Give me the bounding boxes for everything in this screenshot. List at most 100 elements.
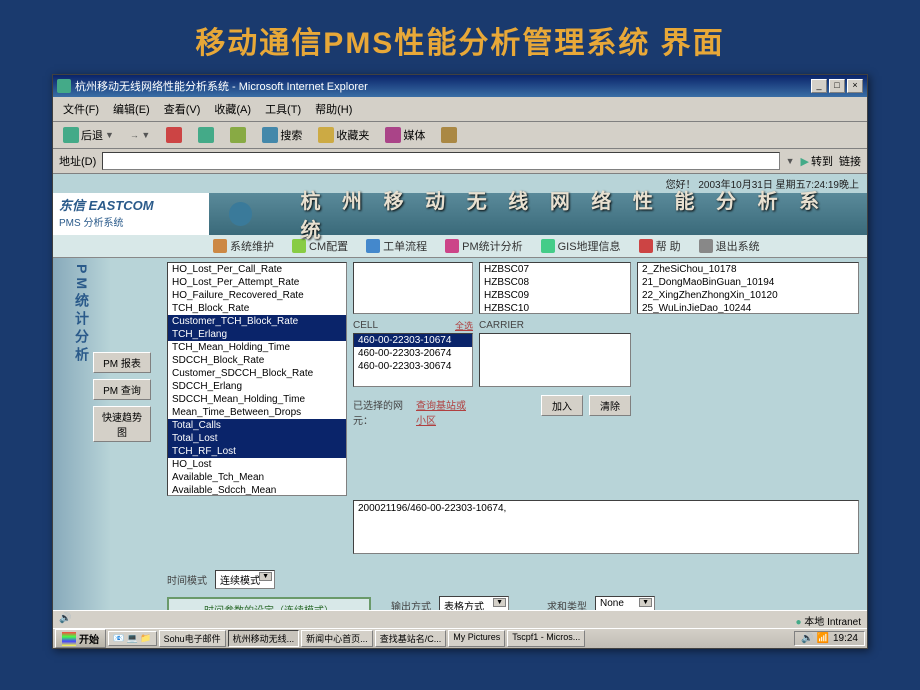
refresh-button[interactable] xyxy=(194,125,218,145)
site-item[interactable]: 21_DongMaoBinGuan_10194 xyxy=(638,276,858,289)
empty-listbox-1[interactable] xyxy=(353,262,473,314)
site-item[interactable]: 25_WuLinJieDao_10244 xyxy=(638,302,858,314)
home-button[interactable] xyxy=(226,125,250,145)
cell-label: CELL xyxy=(353,320,378,331)
sum-type-dropdown[interactable]: None xyxy=(595,596,655,611)
carrier-listbox[interactable] xyxy=(479,333,631,387)
address-dropdown-icon[interactable]: ▼ xyxy=(786,156,795,166)
metric-item[interactable]: SDCCH_Mean_Holding_Time xyxy=(168,393,346,406)
metric-item[interactable]: HO_Failure_Recovered_Rate xyxy=(168,289,346,302)
site-listbox[interactable]: 2_ZheSiChou_1017821_DongMaoBinGuan_10194… xyxy=(637,262,859,314)
clock: 19:24 xyxy=(833,633,858,644)
china-mobile-icon xyxy=(229,202,253,226)
metric-item[interactable]: HO_Lost_Per_Call_Rate xyxy=(168,263,346,276)
refresh-icon xyxy=(198,127,214,143)
metric-item[interactable]: Mean_Time_Between_Drops xyxy=(168,406,346,419)
selected-ne-textarea[interactable]: 200021196/460-00-22303-10674, xyxy=(353,500,859,554)
taskbar-item[interactable]: Sohu电子邮件 xyxy=(159,630,226,647)
window-title: 杭州移动无线网络性能分析系统 - Microsoft Internet Expl… xyxy=(75,78,368,94)
metric-item[interactable]: TCH_RF_Lost xyxy=(168,445,346,458)
quick-launch[interactable]: 📧 💻 📁 xyxy=(108,631,157,646)
menu-favorites[interactable]: 收藏(A) xyxy=(208,99,257,119)
taskbar-item[interactable]: 杭州移动无线... xyxy=(228,630,300,647)
cell-listbox[interactable]: 460-00-22303-10674460-00-22303-20674460-… xyxy=(353,333,473,387)
nav-maintenance[interactable]: 系统维护 xyxy=(213,238,274,254)
metric-item[interactable]: Available_Sdcch_Mean xyxy=(168,484,346,496)
ie-statusbar: 🔊 ● 本地 Intranet xyxy=(53,610,867,628)
taskbar-item[interactable]: My Pictures xyxy=(448,630,505,647)
close-button[interactable]: × xyxy=(847,79,863,93)
select-all-link[interactable]: 全选 xyxy=(455,319,473,332)
clear-button[interactable]: 清除 xyxy=(589,395,631,416)
cell-item[interactable]: 460-00-22303-10674 xyxy=(354,334,472,347)
address-input[interactable] xyxy=(102,152,779,170)
gear-icon xyxy=(213,239,227,253)
history-button[interactable] xyxy=(437,125,461,145)
windows-icon xyxy=(62,632,76,646)
cell-item[interactable]: 460-00-22303-20674 xyxy=(354,347,472,360)
menu-view[interactable]: 查看(V) xyxy=(158,99,207,119)
search-button[interactable]: 搜索 xyxy=(258,125,306,145)
taskbar-item[interactable]: Tscpf1 - Micros... xyxy=(507,630,585,647)
metric-item[interactable]: Total_Lost xyxy=(168,432,346,445)
sidebar: PM统计分析 PM 报表 PM 查询 快速趋势图 xyxy=(53,258,111,639)
bsc-item[interactable]: HZBSC09 xyxy=(480,289,630,302)
address-label: 地址(D) xyxy=(59,153,96,169)
metrics-listbox[interactable]: HO_Lost_Per_Call_RateHO_Lost_Per_Attempt… xyxy=(167,262,347,496)
links-label[interactable]: 链接 xyxy=(839,153,861,169)
star-icon xyxy=(318,127,334,143)
tray-icons: 🔊 📶 xyxy=(801,633,829,644)
brand-name: 东信 EASTCOM xyxy=(59,195,203,214)
minimize-button[interactable]: _ xyxy=(811,79,827,93)
stop-button[interactable] xyxy=(162,125,186,145)
site-item[interactable]: 22_XingZhenZhongXin_10120 xyxy=(638,289,858,302)
media-button[interactable]: 媒体 xyxy=(381,125,429,145)
add-button[interactable]: 加入 xyxy=(541,395,583,416)
taskbar-item[interactable]: 新闻中心首页... xyxy=(301,630,373,647)
ie-icon xyxy=(57,79,71,93)
metric-item[interactable]: TCH_Erlang xyxy=(168,328,346,341)
address-bar: 地址(D) ▼ ▶转到 链接 xyxy=(53,149,867,174)
metric-item[interactable]: SDCCH_Erlang xyxy=(168,380,346,393)
bsc-item[interactable]: HZBSC08 xyxy=(480,276,630,289)
media-icon xyxy=(385,127,401,143)
start-button[interactable]: 开始 xyxy=(55,629,106,648)
forward-button[interactable]: → ▼ xyxy=(126,128,154,142)
system-tray[interactable]: 🔊 📶 19:24 xyxy=(794,631,865,646)
metric-item[interactable]: TCH_Mean_Holding_Time xyxy=(168,341,346,354)
menu-tools[interactable]: 工具(T) xyxy=(259,99,307,119)
dropdown-icon: ▼ xyxy=(105,130,114,140)
menu-help[interactable]: 帮助(H) xyxy=(309,99,358,119)
metric-item[interactable]: HO_Lost_Per_Attempt_Rate xyxy=(168,276,346,289)
bsc-listbox[interactable]: HZBSC07HZBSC08HZBSC09HZBSC10 xyxy=(479,262,631,314)
metric-item[interactable]: Total_Calls xyxy=(168,419,346,432)
metric-item[interactable]: Customer_SDCCH_Block_Rate xyxy=(168,367,346,380)
time-mode-dropdown[interactable]: 连续模式 xyxy=(215,570,275,589)
cell-item[interactable]: 460-00-22303-30674 xyxy=(354,360,472,373)
carrier-label: CARRIER xyxy=(479,320,631,331)
bsc-item[interactable]: HZBSC10 xyxy=(480,302,630,314)
site-item[interactable]: 2_ZheSiChou_10178 xyxy=(638,263,858,276)
go-button[interactable]: ▶转到 xyxy=(801,153,833,169)
menu-edit[interactable]: 编辑(E) xyxy=(107,99,156,119)
metric-item[interactable]: TCH_Block_Rate xyxy=(168,302,346,315)
slide-title: 移动通信PMS性能分析管理系统 界面 xyxy=(0,0,920,74)
metric-item[interactable]: Customer_TCH_Block_Rate xyxy=(168,315,346,328)
search-icon xyxy=(262,127,278,143)
bsc-item[interactable]: HZBSC07 xyxy=(480,263,630,276)
status-zone: ● 本地 Intranet xyxy=(795,613,861,626)
menu-file[interactable]: 文件(F) xyxy=(57,99,105,119)
taskbar-item[interactable]: 查找基站名/C... xyxy=(375,630,447,647)
metric-item[interactable]: HO_Lost xyxy=(168,458,346,471)
brand-subtitle: PMS 分析系统 xyxy=(59,214,203,229)
metric-item[interactable]: SDCCH_Block_Rate xyxy=(168,354,346,367)
back-icon xyxy=(63,127,79,143)
favorites-button[interactable]: 收藏夹 xyxy=(314,125,373,145)
metric-item[interactable]: Available_Tch_Mean xyxy=(168,471,346,484)
back-button[interactable]: 后退▼ xyxy=(59,125,118,145)
query-site-link[interactable]: 查询基站或小区 xyxy=(416,397,473,427)
page-content: 您好！ 2003年10月31日 星期五7:24:19晚上 东信 EASTCOM … xyxy=(53,174,867,639)
status-left: 🔊 xyxy=(59,613,71,626)
sidebar-title: PM统计分析 xyxy=(72,264,92,365)
maximize-button[interactable]: □ xyxy=(829,79,845,93)
